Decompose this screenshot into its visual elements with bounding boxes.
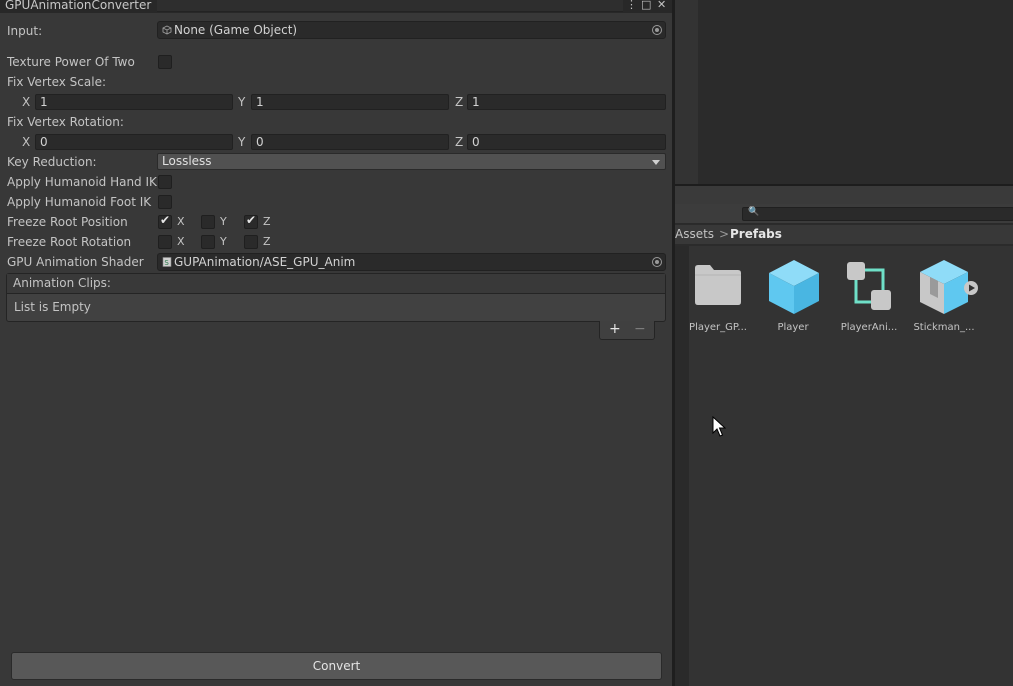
freeze-pos-label: Freeze Root Position: [7, 215, 128, 229]
fix-rotation-y-field[interactable]: 0: [251, 134, 449, 150]
shader-value: GUPAnimation/ASE_GPU_Anim: [174, 255, 356, 269]
asset-item-player-animator[interactable]: PlayerAni...: [834, 258, 904, 338]
freeze-pos-z-checkbox[interactable]: ✔: [244, 213, 258, 229]
asset-name: Player_GP...: [689, 322, 747, 333]
titlebar-tab-area: [157, 0, 623, 12]
svg-text:S: S: [164, 259, 169, 267]
freeze-pos-y-label: Y: [220, 215, 227, 228]
input-label: Input:: [7, 24, 43, 38]
shader-file-icon: S: [162, 257, 172, 267]
add-clip-button[interactable]: +: [609, 321, 621, 338]
fix-scale-z-label: Z: [455, 95, 464, 109]
gpu-animation-converter-window: GPUAnimationConverter ⋮ □ ✕ Input: None …: [0, 0, 672, 686]
fix-rotation-x-value: 0: [40, 135, 48, 149]
key-reduction-dropdown[interactable]: Lossless: [157, 153, 666, 170]
fix-scale-y-label: Y: [238, 95, 246, 109]
foot-ik-label: Apply Humanoid Foot IK: [7, 195, 152, 209]
freeze-rot-x-checkbox[interactable]: [158, 235, 172, 249]
asset-name: Stickman_...: [913, 322, 975, 333]
asset-item-stickman[interactable]: Stickman_...: [909, 258, 979, 338]
freeze-pos-z-label: Z: [263, 215, 271, 228]
input-object-field[interactable]: None (Game Object): [157, 21, 666, 39]
freeze-rot-z-checkbox[interactable]: [244, 235, 258, 249]
shader-label: GPU Animation Shader: [7, 255, 144, 269]
fix-rotation-z-value: 0: [472, 135, 480, 149]
breadcrumb-separator-icon: >: [719, 227, 730, 241]
fix-rotation-x-label: X: [22, 135, 31, 149]
fix-rotation-z-label: Z: [455, 135, 464, 149]
texture-pow2-label: Texture Power Of Two: [7, 55, 135, 69]
freeze-rot-x-label: X: [177, 235, 185, 248]
hand-ik-label: Apply Humanoid Hand IK: [7, 175, 157, 189]
freeze-rot-label: Freeze Root Rotation: [7, 235, 132, 249]
fix-scale-y-field[interactable]: 1: [251, 94, 449, 110]
shader-object-field[interactable]: S GUPAnimation/ASE_GPU_Anim: [157, 253, 666, 271]
freeze-pos-x-checkbox[interactable]: ✔: [158, 213, 172, 229]
project-tab-bar: [675, 186, 1013, 204]
texture-pow2-checkbox[interactable]: [158, 55, 172, 69]
list-empty-text: List is Empty: [14, 300, 91, 314]
fix-rotation-label: Fix Vertex Rotation:: [7, 115, 124, 129]
remove-clip-button[interactable]: −: [634, 321, 646, 338]
animation-clips-header[interactable]: Animation Clips:: [7, 274, 665, 294]
input-object-value: None (Game Object): [174, 23, 298, 37]
key-reduction-value: Lossless: [162, 154, 212, 168]
animation-clips-title: Animation Clips:: [13, 276, 111, 290]
foot-ik-checkbox[interactable]: [158, 195, 172, 209]
scene-view-area[interactable]: [675, 0, 1013, 184]
breadcrumb-prefabs[interactable]: Prefabs: [730, 227, 782, 242]
list-footer: + −: [599, 321, 655, 340]
object-picker-icon[interactable]: [652, 25, 662, 35]
maximize-icon[interactable]: □: [641, 0, 651, 12]
mouse-cursor-icon: [712, 416, 726, 437]
fix-rotation-x-field[interactable]: 0: [35, 134, 233, 150]
fix-rotation-z-field[interactable]: 0: [467, 134, 666, 150]
object-picker-icon[interactable]: [652, 257, 662, 267]
fix-scale-label: Fix Vertex Scale:: [7, 75, 106, 89]
fix-rotation-y-value: 0: [256, 135, 264, 149]
animator-controller-icon: [847, 262, 891, 310]
window-title: GPUAnimationConverter: [5, 0, 152, 12]
fix-scale-y-value: 1: [256, 95, 264, 109]
breadcrumb-assets[interactable]: Assets: [675, 227, 714, 242]
asset-name: Player: [777, 322, 809, 333]
fix-scale-z-field[interactable]: 1: [467, 94, 666, 110]
fix-rotation-y-label: Y: [238, 135, 246, 149]
animation-clips-list: Animation Clips: List is Empty: [6, 273, 666, 322]
freeze-rot-y-checkbox[interactable]: [201, 235, 215, 249]
project-search-input[interactable]: 🔍: [742, 207, 1013, 221]
window-menu-icon[interactable]: ⋮: [626, 0, 637, 12]
close-icon[interactable]: ✕: [657, 0, 666, 12]
asset-name: PlayerAni...: [840, 322, 898, 333]
chevron-down-icon: [652, 160, 660, 165]
freeze-rot-y-label: Y: [220, 235, 227, 248]
scene-view-side-strip: [675, 0, 698, 184]
fix-scale-x-label: X: [22, 95, 31, 109]
model-prefab-icon: [920, 260, 978, 314]
gameobject-icon: [162, 25, 172, 35]
folder-icon: [695, 265, 741, 305]
key-reduction-label: Key Reduction:: [7, 155, 97, 169]
asset-item-player-gp[interactable]: Player_GP...: [683, 258, 753, 338]
fix-scale-z-value: 1: [472, 95, 480, 109]
fix-scale-x-value: 1: [40, 95, 48, 109]
fix-scale-x-field[interactable]: 1: [35, 94, 233, 110]
freeze-pos-x-label: X: [177, 215, 185, 228]
freeze-pos-y-checkbox[interactable]: [201, 215, 215, 229]
prefab-cube-icon: [769, 260, 819, 314]
search-icon: 🔍: [748, 207, 760, 217]
checkmark-icon: ✔: [160, 213, 171, 227]
freeze-rot-z-label: Z: [263, 235, 271, 248]
checkmark-icon: ✔: [246, 213, 257, 227]
window-titlebar: GPUAnimationConverter ⋮ □ ✕: [0, 0, 672, 13]
convert-button[interactable]: Convert: [11, 652, 662, 680]
asset-item-player[interactable]: Player: [758, 258, 828, 338]
breadcrumb: Assets > Prefabs: [675, 225, 1013, 245]
hand-ik-checkbox[interactable]: [158, 175, 172, 189]
